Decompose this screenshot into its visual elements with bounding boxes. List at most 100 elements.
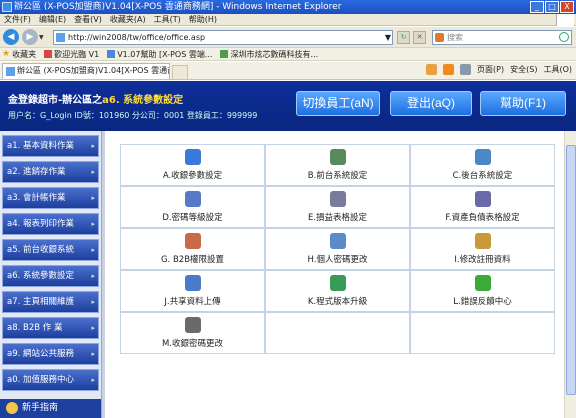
settings-cell[interactable]: E.損益表格設定 (265, 186, 410, 228)
settings-cell[interactable]: L.錯誤反饋中心 (410, 270, 555, 312)
close-button[interactable]: X (560, 1, 574, 13)
settings-cell-label: I.修改註冊資料 (454, 255, 511, 265)
menu-favorites[interactable]: 收藏夹(A) (110, 14, 146, 25)
back-button[interactable]: ◀ (3, 29, 19, 45)
forward-button[interactable]: ▶ (22, 29, 38, 45)
favorite-link-1[interactable]: 歡迎光臨 V1 (44, 49, 99, 60)
pen-icon (475, 233, 491, 249)
new-tab-button[interactable] (172, 65, 188, 79)
guide-label: 新手指南 (22, 403, 59, 413)
monitor-wrench-icon (330, 149, 346, 165)
refresh-stop-group: ↻ ✕ (397, 30, 426, 44)
address-url: http://win2008/tw/office/office.asp (68, 32, 206, 42)
search-icon[interactable] (559, 31, 569, 42)
sidebar-item-b2b[interactable]: a8. B2B 作 業 ▸ (2, 317, 99, 339)
sidebar-item-reports[interactable]: a4. 報表列印作業 ▸ (2, 213, 99, 235)
sidebar-item-basic-data[interactable]: a1. 基本資料作業 ▸ (2, 135, 99, 157)
vertical-scrollbar[interactable] (564, 131, 576, 418)
settings-cell-label: J.共享資料上傳 (164, 297, 221, 307)
search-input[interactable]: 搜索 (432, 29, 572, 45)
help-button[interactable]: 幫助(F1) (480, 91, 566, 116)
windows-flag-icon (556, 14, 574, 26)
settings-cell[interactable]: G. B2B權限設置 (120, 228, 265, 270)
tab-office[interactable]: 辦公區 (X-POS加盟商)V1.04[X-POS 雲通商務網] (2, 63, 170, 79)
menu-file[interactable]: 文件(F) (4, 14, 31, 25)
menu-tools[interactable]: 工具(T) (154, 14, 181, 25)
favorite-link-label: 歡迎光臨 V1 (54, 49, 100, 59)
feeds-icon[interactable] (443, 64, 455, 75)
search-provider-icon (435, 32, 444, 42)
sidebar: a1. 基本資料作業 ▸ a2. 進銷存作業 ▸ a3. 會計帳作業 ▸ a4. 報表… (0, 131, 101, 418)
stop-icon[interactable]: ✕ (413, 30, 426, 44)
favorite-link-2[interactable]: V1.07幫助 [X-POS 雲端... (107, 49, 212, 60)
settings-cell-label: D.密碼等級設定 (162, 213, 223, 223)
settings-cell-label: B.前台系統設定 (307, 171, 368, 181)
settings-cell[interactable]: A.收銀參數設定 (120, 144, 265, 186)
favorite-link-3[interactable]: 深圳市炫芯數碼科技有... (220, 49, 318, 60)
site-header: 金登錄超市-辦公區之a6. 系統參數設定 用户名：G_Login ID號：101… (0, 81, 576, 131)
sidebar-item-value-added[interactable]: a0. 加值服務中心 ▸ (2, 369, 99, 391)
sidebar-item-label: a4. 報表列印作業 (7, 219, 75, 229)
site-icon (107, 50, 116, 58)
favorite-link-label: V1.07幫助 [X-POS 雲端... (117, 49, 213, 59)
maximize-button[interactable]: □ (545, 1, 559, 13)
window-controls: _ □ X (530, 1, 574, 13)
settings-cell[interactable]: I.修改註冊資料 (410, 228, 555, 270)
safety-menu[interactable]: 安全(S) (510, 64, 537, 75)
sidebar-item-label: a7. 主頁相關維護 (7, 297, 75, 307)
document-upgrade-icon (330, 275, 346, 291)
balance-sheet-icon (475, 191, 491, 207)
logout-button[interactable]: 登出(aQ) (390, 91, 472, 116)
beginner-guide-button[interactable]: 新手指南 (0, 399, 101, 418)
search-placeholder: 搜索 (447, 32, 463, 42)
refresh-icon[interactable]: ↻ (397, 30, 410, 44)
menu-edit[interactable]: 编辑(E) (39, 14, 66, 25)
chevron-right-icon: ▸ (91, 376, 95, 384)
address-controls: ▼ (385, 31, 391, 44)
history-dropdown-icon[interactable]: ▼ (39, 34, 47, 41)
minimize-button[interactable]: _ (530, 1, 544, 13)
sidebar-item-label: a0. 加值服務中心 (7, 375, 75, 385)
user-info: 用户名：G_Login ID號：101960 分公司：0001 登錄員工：999… (8, 111, 258, 120)
page-menu[interactable]: 页面(P) (477, 64, 504, 75)
settings-cell[interactable]: M.收銀密碼更改 (120, 312, 265, 354)
sidebar-item-label: a1. 基本資料作業 (7, 141, 75, 151)
settings-cell[interactable]: F.資產負債表格設定 (410, 186, 555, 228)
feedback-icon (475, 275, 491, 291)
chevron-right-icon: ▸ (91, 350, 95, 358)
sidebar-item-inventory[interactable]: a2. 進銷存作業 ▸ (2, 161, 99, 183)
cash-register-icon (185, 317, 201, 333)
settings-cell[interactable]: C.後台系統設定 (410, 144, 555, 186)
address-toolbar: ◀ ▶ ▼ http://win2008/tw/office/office.as… (0, 27, 576, 47)
settings-cell-label: A.收銀參數設定 (162, 171, 223, 181)
home-icon[interactable] (426, 64, 438, 75)
address-dropdown-icon[interactable]: ▼ (385, 31, 391, 44)
scrollbar-thumb[interactable] (566, 145, 576, 395)
switch-employee-button[interactable]: 切換員工(aN) (296, 91, 380, 116)
tools-menu[interactable]: 工具(O) (543, 64, 572, 75)
sidebar-item-pos[interactable]: a5. 前台收銀系統 ▸ (2, 239, 99, 261)
settings-cell[interactable]: B.前台系統設定 (265, 144, 410, 186)
favorites-button[interactable]: ★ 收藏夹 (2, 49, 36, 60)
menu-help[interactable]: 帮助(H) (189, 14, 217, 25)
settings-cell-label: L.錯誤反饋中心 (453, 297, 512, 307)
sidebar-item-public-services[interactable]: a9. 網站公共服務 ▸ (2, 343, 99, 365)
print-icon[interactable] (460, 64, 472, 75)
settings-cell[interactable]: J.共享資料上傳 (120, 270, 265, 312)
sidebar-item-accounting[interactable]: a3. 會計帳作業 ▸ (2, 187, 99, 209)
menu-bar: 文件(F) 编辑(E) 查看(V) 收藏夹(A) 工具(T) 帮助(H) (0, 14, 576, 26)
menu-view[interactable]: 查看(V) (74, 14, 102, 25)
address-bar[interactable]: http://win2008/tw/office/office.asp ▼ (53, 29, 393, 45)
password-lock-icon (185, 191, 201, 207)
window-title: 辦公區 (X-POS加盟商)V1.04[X-POS 雲通商務網] - Windo… (14, 2, 342, 12)
sidebar-item-label: a5. 前台收銀系統 (7, 245, 75, 255)
settings-cell[interactable]: H.個人密碼更改 (265, 228, 410, 270)
chevron-right-icon: ▸ (91, 246, 95, 254)
tab-title: 辦公區 (X-POS加盟商)V1.04[X-POS 雲通商務網] (17, 66, 169, 75)
settings-cell[interactable]: D.密碼等級設定 (120, 186, 265, 228)
settings-cell[interactable]: K.程式版本升級 (265, 270, 410, 312)
sidebar-item-settings[interactable]: a6. 系統參數設定 ▸ (2, 265, 99, 287)
star-icon: ★ (2, 49, 11, 59)
sidebar-item-homepage[interactable]: a7. 主頁相關維護 ▸ (2, 291, 99, 313)
window-title-bar: 辦公區 (X-POS加盟商)V1.04[X-POS 雲通商務網] - Windo… (0, 0, 576, 14)
